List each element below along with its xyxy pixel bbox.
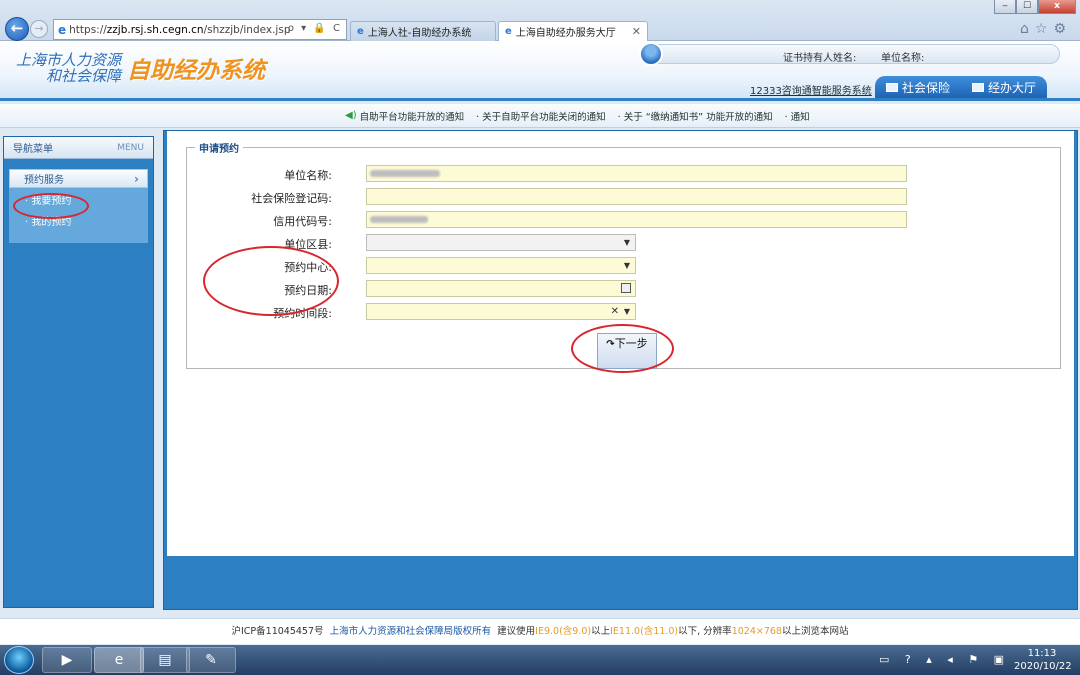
unit-name-input[interactable] [366, 165, 907, 182]
notice-link[interactable]: · 关于 “缴纳通知书” 功能开放的通知 [618, 109, 773, 123]
social-insurance-code-input[interactable] [366, 188, 907, 205]
explorer-folder-icon[interactable]: ▤ [140, 647, 190, 673]
timeslot-select[interactable]: ✕ ▼ [366, 303, 636, 320]
window-controls: ‒ ☐ x [994, 0, 1076, 14]
logo-title: 自助经办系统 [127, 58, 266, 84]
page-footer: 沪ICP备11045457号 上海市人力资源和社会保障局版权所有 建议使用IE9… [0, 618, 1080, 644]
redacted-value [370, 170, 440, 177]
tab-label: 社会保险 [901, 80, 950, 95]
minimize-button[interactable]: ‒ [994, 0, 1016, 14]
dropdown-arrow-icon: ▼ [623, 307, 630, 316]
highlight-circle-sidebar [13, 193, 89, 219]
browser-chrome: ‒ ☐ x ← → e https://zzjb.rsj.sh.cegn.cn/… [0, 0, 1080, 41]
chevron-right-icon: › [134, 171, 139, 186]
field-label: 社会保险登记码: [251, 192, 332, 205]
district-select[interactable]: ▼ [366, 234, 636, 251]
unit-name-label: 单位名称: [881, 53, 925, 64]
top-nav-tabs: 社会保险 经办大厅 [875, 76, 1047, 98]
tab-social-insurance[interactable]: 社会保险 [885, 79, 950, 96]
field-label: 信用代码号: [273, 215, 332, 228]
dropdown-arrow-icon: ▼ [623, 238, 630, 247]
monitor-icon [885, 82, 898, 92]
logo-line-2: 和社会保障 [46, 67, 122, 85]
form-row-social-code: 社会保险登记码: [187, 188, 1060, 206]
forward-arrow-icon[interactable]: → [30, 20, 48, 38]
form-legend: 申请预约 [195, 140, 243, 155]
browser-tab-2[interactable]: e 上海自助经办服务大厅 ✕ [498, 21, 648, 41]
clock-date: 2020/10/22 [1014, 661, 1072, 672]
site-logo: 上海市人力资源 和社会保障 自助经办系统 [16, 51, 265, 85]
clear-icon[interactable]: ✕ [611, 304, 619, 319]
redacted-value [370, 216, 428, 223]
cert-holder-label: 证书持有人姓名: [783, 53, 857, 64]
tab-close-icon[interactable]: ✕ [632, 25, 641, 38]
ie-tab-icon: e [357, 26, 364, 37]
notice-bar: ◀) 自助平台功能开放的通知 · 关于自助平台功能关闭的通知 · 关于 “缴纳通… [0, 104, 1080, 128]
sidebar-group-appointment[interactable]: 预约服务 › [9, 169, 148, 188]
sidebar-title-en: MENU [117, 142, 144, 153]
icp-number: 沪ICP备11045457号 [231, 626, 324, 637]
tab-label: 上海自助经办服务大厅 [515, 28, 616, 39]
highlight-circle-next [571, 324, 674, 373]
user-info-bar: 证书持有人姓名: 单位名称: [639, 42, 1060, 66]
notice-link[interactable]: 自助平台功能开放的通知 [360, 109, 465, 123]
notice-link[interactable]: · 关于自助平台功能关闭的通知 [476, 109, 606, 123]
browser-suggestion-mid: 以上 [591, 626, 611, 637]
browser-tab-1[interactable]: e 上海人社-自助经办系统 [350, 21, 496, 41]
media-player-icon[interactable]: ▶ [42, 647, 92, 673]
tab-label: 上海人社-自助经办系统 [367, 28, 472, 39]
speaker-icon: ◀) [345, 110, 357, 121]
browser-suggestion-suffix: 以下, 分辨率 [678, 626, 732, 637]
address-bar[interactable]: e https://zzjb.rsj.sh.cegn.cn/shzzjb/ind… [53, 19, 347, 40]
url-path: /shzzjb/index.jsp [203, 23, 291, 36]
ie-tab-icon: e [505, 26, 512, 37]
calendar-icon[interactable] [621, 283, 631, 293]
taskbar-clock[interactable]: 11:13 2020/10/22 [1014, 647, 1072, 673]
field-label: 单位名称: [284, 169, 332, 182]
notice-link[interactable]: · 通知 [785, 109, 810, 123]
dropdown-arrow-icon: ▼ [623, 261, 630, 270]
form-row-credit-code: 信用代码号: [187, 211, 1060, 229]
url-host: zzjb.rsj.sh.cegn.cn [106, 23, 204, 36]
system-tray-icons[interactable]: ▭ ? ▴ ◂ ⚑ ▣ [879, 653, 1010, 666]
sidebar-header: 导航菜单 MENU [4, 137, 153, 159]
back-arrow-icon[interactable]: ← [5, 17, 29, 41]
sidebar-group-label: 预约服务 [24, 175, 64, 186]
credit-code-input[interactable] [366, 211, 907, 228]
address-tools-icons[interactable]: ρ ▾ 🔒 C [288, 23, 342, 34]
paint-icon[interactable]: ✎ [186, 647, 236, 673]
hotline-link[interactable]: 12333咨询通智能服务系统 [750, 82, 872, 97]
ie-version-low: IE9.0(含9.0) [535, 626, 592, 637]
url-prefix: https:// [69, 23, 107, 36]
start-button-icon[interactable] [4, 646, 34, 674]
building-icon [971, 82, 984, 92]
site-header: 上海市人力资源 和社会保障 自助经办系统 证书持有人姓名: 单位名称: 1233… [0, 41, 1080, 101]
user-avatar-icon [639, 42, 663, 66]
logo-line-1: 上海市人力资源 [16, 51, 122, 69]
sidebar-title: 导航菜单 [13, 144, 53, 155]
resolution-value: 1024×768 [731, 626, 782, 637]
tab-service-hall[interactable]: 经办大厅 [971, 79, 1036, 96]
copyright-link[interactable]: 上海市人力资源和社会保障局版权所有 [330, 626, 492, 637]
appointment-date-input[interactable] [366, 280, 636, 297]
ie-version-high: IE11.0(含11.0) [610, 626, 679, 637]
ie-page-icon: e [58, 22, 67, 37]
highlight-circle-fields [203, 246, 339, 316]
form-row-district: 单位区县: ▼ [187, 234, 1060, 252]
appointment-center-select[interactable]: ▼ [366, 257, 636, 274]
browser-toolbar-icons[interactable]: ⌂☆⚙ [1020, 21, 1072, 37]
close-window-button[interactable]: x [1038, 0, 1076, 14]
maximize-button[interactable]: ☐ [1016, 0, 1038, 14]
ie-taskbar-icon[interactable]: e [94, 647, 144, 673]
url-text: https://zzjb.rsj.sh.cegn.cn/shzzjb/index… [69, 24, 290, 36]
main-footer-band [167, 556, 1074, 603]
form-row-unit-name: 单位名称: [187, 165, 1060, 183]
browser-suggestion-prefix: 建议使用 [497, 626, 536, 637]
logo-org-name: 上海市人力资源 和社会保障 [16, 52, 121, 84]
tab-label: 经办大厅 [987, 80, 1036, 95]
browser-suggestion-end: 以上浏览本网站 [781, 626, 849, 637]
windows-taskbar: ▶ e ▤ ✎ ▭ ? ▴ ◂ ⚑ ▣ 11:13 2020/10/22 [0, 645, 1080, 675]
clock-time: 11:13 [1027, 648, 1057, 659]
